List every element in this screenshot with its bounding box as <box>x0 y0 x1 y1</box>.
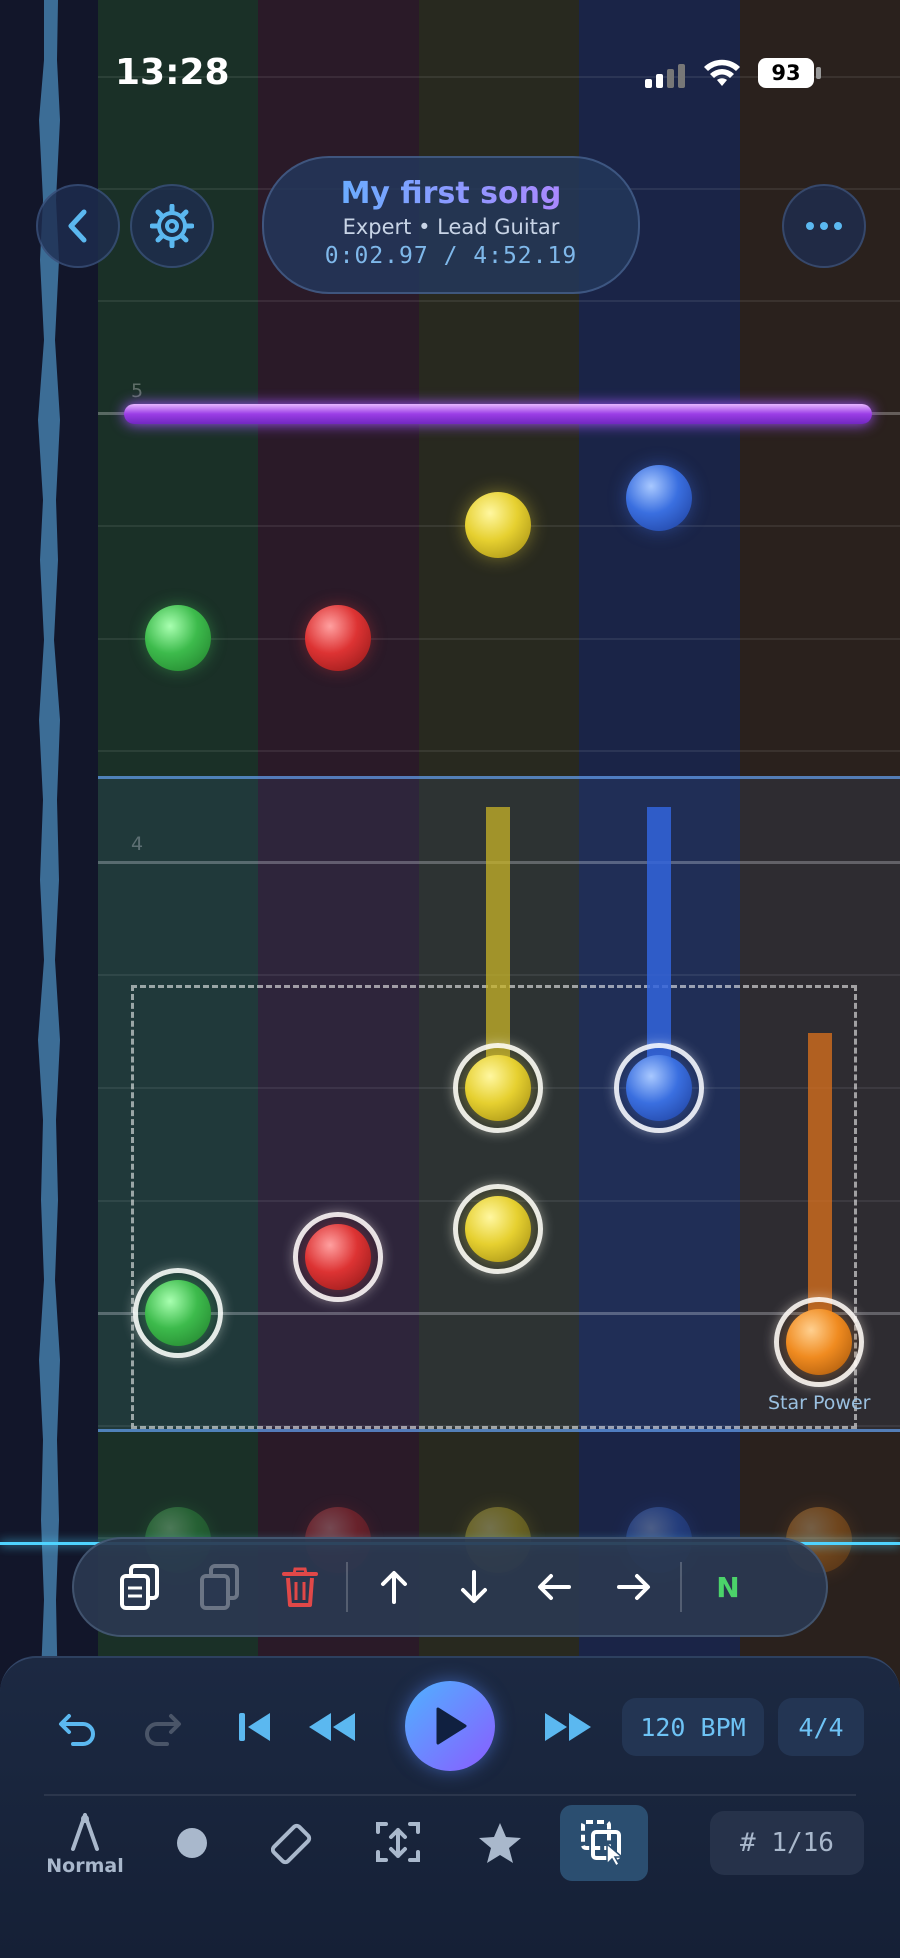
edit-toolbar: N <box>72 1537 828 1637</box>
note-green-selected[interactable] <box>145 1280 211 1346</box>
note-type-label: N <box>716 1570 740 1604</box>
signal-icon <box>645 64 689 88</box>
paste-button[interactable] <box>180 1547 260 1627</box>
tool-select-move[interactable] <box>366 1805 430 1881</box>
song-time: 0:02.97 / 4:52.19 <box>324 243 578 269</box>
note-blue[interactable] <box>626 465 692 531</box>
paste-icon <box>200 1564 239 1610</box>
move-up-button[interactable] <box>354 1547 434 1627</box>
star-power-label: Star Power <box>768 1392 871 1414</box>
circle-icon <box>177 1828 207 1858</box>
delete-button[interactable] <box>260 1547 340 1627</box>
gear-icon <box>150 204 194 248</box>
toolbar-divider <box>346 1562 348 1612</box>
note-yellow-selected[interactable] <box>465 1055 531 1121</box>
toolbar-divider <box>680 1562 682 1612</box>
move-left-button[interactable] <box>514 1547 594 1627</box>
arrow-left-icon <box>538 1574 571 1600</box>
time-signature-pill[interactable]: 4/4 <box>778 1698 864 1756</box>
ellipsis-icon <box>806 222 842 230</box>
song-info-pill[interactable]: My first song Expert • Lead Guitar 0:02.… <box>262 156 640 294</box>
more-button[interactable] <box>782 184 866 268</box>
arrow-up-icon <box>381 1571 407 1604</box>
tool-eraser[interactable] <box>262 1805 326 1881</box>
tool-mode-label: Normal <box>46 1855 124 1877</box>
bpm-pill[interactable]: 120 BPM <box>622 1698 764 1756</box>
note-green[interactable] <box>145 605 211 671</box>
wifi-icon <box>703 58 741 88</box>
select-move-icon <box>376 1822 420 1862</box>
copy-button[interactable] <box>100 1547 180 1627</box>
snap-selector[interactable]: # 1/16 <box>710 1811 864 1875</box>
skip-to-start-button[interactable] <box>228 1700 282 1754</box>
play-icon <box>436 1707 467 1745</box>
move-down-button[interactable] <box>434 1547 514 1627</box>
move-right-button[interactable] <box>594 1547 674 1627</box>
chevron-left-icon <box>68 209 87 243</box>
settings-button[interactable] <box>130 184 214 268</box>
measure-number: 5 <box>131 380 144 402</box>
redo-button[interactable] <box>136 1700 190 1754</box>
undo-icon <box>59 1714 95 1746</box>
note-red[interactable] <box>305 605 371 671</box>
note-blue-selected[interactable] <box>626 1055 692 1121</box>
note-yellow[interactable] <box>465 492 531 558</box>
trash-icon <box>282 1567 318 1607</box>
arrow-right-icon <box>617 1574 650 1600</box>
note-red-selected[interactable] <box>305 1224 371 1290</box>
compass-pen-icon <box>71 1813 99 1851</box>
skip-back-icon <box>239 1713 270 1741</box>
undo-button[interactable] <box>50 1700 104 1754</box>
multi-select-icon <box>581 1820 625 1868</box>
note-orange-selected[interactable] <box>786 1309 852 1375</box>
eraser-icon <box>271 1823 312 1865</box>
tool-multi-select[interactable] <box>560 1805 648 1881</box>
fast-forward-button[interactable] <box>538 1700 598 1754</box>
star-power-phrase[interactable] <box>124 404 872 424</box>
tool-note[interactable] <box>160 1805 224 1881</box>
song-subtitle: Expert • Lead Guitar <box>342 215 560 239</box>
rewind-button[interactable] <box>302 1700 362 1754</box>
star-icon <box>479 1823 521 1863</box>
battery-icon: 93 <box>758 58 822 88</box>
song-title: My first song <box>264 176 638 211</box>
fast-forward-icon <box>545 1713 591 1741</box>
rewind-icon <box>309 1713 355 1741</box>
note-type-button[interactable]: N <box>688 1547 768 1627</box>
tool-star-power[interactable] <box>468 1805 532 1881</box>
battery-level: 93 <box>758 58 814 88</box>
panel-divider <box>44 1794 856 1796</box>
status-time: 13:28 <box>115 52 230 93</box>
copy-icon <box>120 1564 159 1610</box>
note-yellow-selected[interactable] <box>465 1196 531 1262</box>
redo-icon <box>145 1714 181 1746</box>
arrow-down-icon <box>461 1570 487 1603</box>
play-button[interactable] <box>405 1681 495 1771</box>
back-button[interactable] <box>36 184 120 268</box>
tool-normal[interactable]: Normal <box>40 1805 130 1885</box>
